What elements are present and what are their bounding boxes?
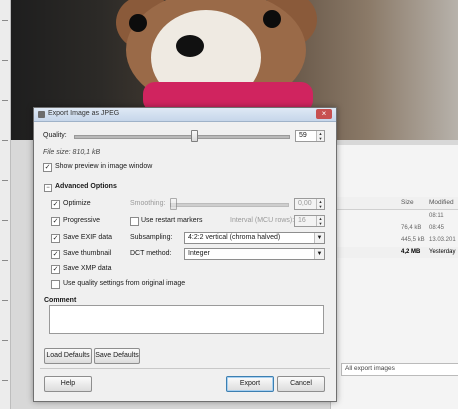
save-exif-label: Save EXIF data	[63, 234, 113, 241]
file-row-selected[interactable]: 4,2 MB Yesterday	[331, 247, 458, 258]
file-type-filter[interactable]: All export images	[341, 363, 458, 376]
check-icon: ✓	[52, 235, 59, 242]
interval-spinbox[interactable]: 16 ▲ ▼	[294, 215, 325, 227]
cancel-button[interactable]: Cancel	[277, 376, 325, 392]
dct-method-label: DCT method:	[130, 250, 172, 257]
check-icon: ✓	[44, 164, 51, 171]
save-xmp-label: Save XMP data	[63, 265, 112, 272]
check-icon: ✓	[52, 201, 59, 208]
close-icon[interactable]: ×	[316, 109, 332, 119]
show-preview-checkbox[interactable]: ✓	[43, 163, 52, 172]
modified-column-header[interactable]: Modified	[429, 199, 454, 206]
optimize-label: Optimize	[63, 200, 91, 207]
file-row[interactable]: 08:11	[331, 211, 458, 222]
export-button[interactable]: Export	[226, 376, 274, 392]
save-thumbnail-label: Save thumbnail	[63, 250, 112, 257]
dialog-title: Export Image as JPEG	[48, 110, 120, 117]
show-preview-label: Show preview in image window	[55, 163, 153, 170]
smoothing-slider[interactable]	[170, 203, 289, 207]
file-row[interactable]: 76,4 kB 08:45	[331, 223, 458, 234]
smoothing-slider-handle[interactable]	[170, 198, 177, 210]
quality-spinbox[interactable]: 59 ▲ ▼	[295, 130, 325, 142]
chevron-down-icon: ▼	[314, 233, 324, 243]
spin-arrows-icon: ▲ ▼	[316, 216, 324, 226]
size-column-header[interactable]: Size	[401, 199, 414, 206]
expander-minus-icon[interactable]: −	[44, 184, 52, 192]
chevron-down-icon: ▼	[314, 249, 324, 259]
subsampling-dropdown[interactable]: 4:2:2 vertical (chroma halved) ▼	[184, 232, 325, 244]
quality-slider-handle[interactable]	[191, 130, 199, 142]
save-thumbnail-checkbox[interactable]: ✓	[51, 250, 60, 259]
restart-markers-label: Use restart markers	[141, 217, 203, 224]
quality-settings-checkbox[interactable]	[51, 280, 60, 289]
comment-textarea[interactable]	[49, 305, 324, 334]
file-size-text: File size: 810,1 kB	[43, 149, 101, 156]
dct-method-dropdown[interactable]: Integer ▼	[184, 248, 325, 260]
smoothing-spinbox[interactable]: 0,00 ▲ ▼	[294, 198, 325, 210]
interval-label: Interval (MCU rows):	[230, 217, 295, 224]
button-divider	[40, 368, 330, 369]
quality-slider[interactable]	[74, 135, 290, 139]
check-icon: ✓	[52, 266, 59, 273]
file-list-header: Size Modified	[331, 197, 458, 210]
progressive-label: Progressive	[63, 217, 100, 224]
advanced-options-label[interactable]: Advanced Options	[55, 183, 117, 190]
spin-arrows-icon: ▲ ▼	[316, 131, 324, 141]
spin-arrows-icon: ▲ ▼	[316, 199, 324, 209]
save-exif-checkbox[interactable]: ✓	[51, 234, 60, 243]
subsampling-label: Subsampling:	[130, 234, 173, 241]
comment-label: Comment	[44, 297, 77, 304]
export-jpeg-dialog: Export Image as JPEG × Quality: 59 ▲ ▼ Fi…	[33, 107, 337, 402]
file-row[interactable]: 445,5 kB 13.03.201	[331, 235, 458, 246]
restart-markers-checkbox[interactable]	[130, 217, 139, 226]
vertical-ruler[interactable]	[0, 0, 11, 409]
load-defaults-button[interactable]: Load Defaults	[44, 348, 92, 364]
dialog-app-icon	[38, 111, 45, 118]
save-defaults-button[interactable]: Save Defaults	[94, 348, 140, 364]
dialog-titlebar[interactable]: Export Image as JPEG ×	[34, 108, 336, 122]
quality-label: Quality:	[43, 132, 67, 139]
optimize-checkbox[interactable]: ✓	[51, 200, 60, 209]
smoothing-label: Smoothing:	[130, 200, 166, 207]
check-icon: ✓	[52, 218, 59, 225]
help-button[interactable]: Help	[44, 376, 92, 392]
check-icon: ✓	[52, 251, 59, 258]
file-chooser-window: Size Modified 08:11 76,4 kB 08:45 445,5 …	[330, 145, 458, 409]
save-xmp-checkbox[interactable]: ✓	[51, 265, 60, 274]
quality-settings-label: Use quality settings from original image	[63, 280, 186, 287]
progressive-checkbox[interactable]: ✓	[51, 217, 60, 226]
